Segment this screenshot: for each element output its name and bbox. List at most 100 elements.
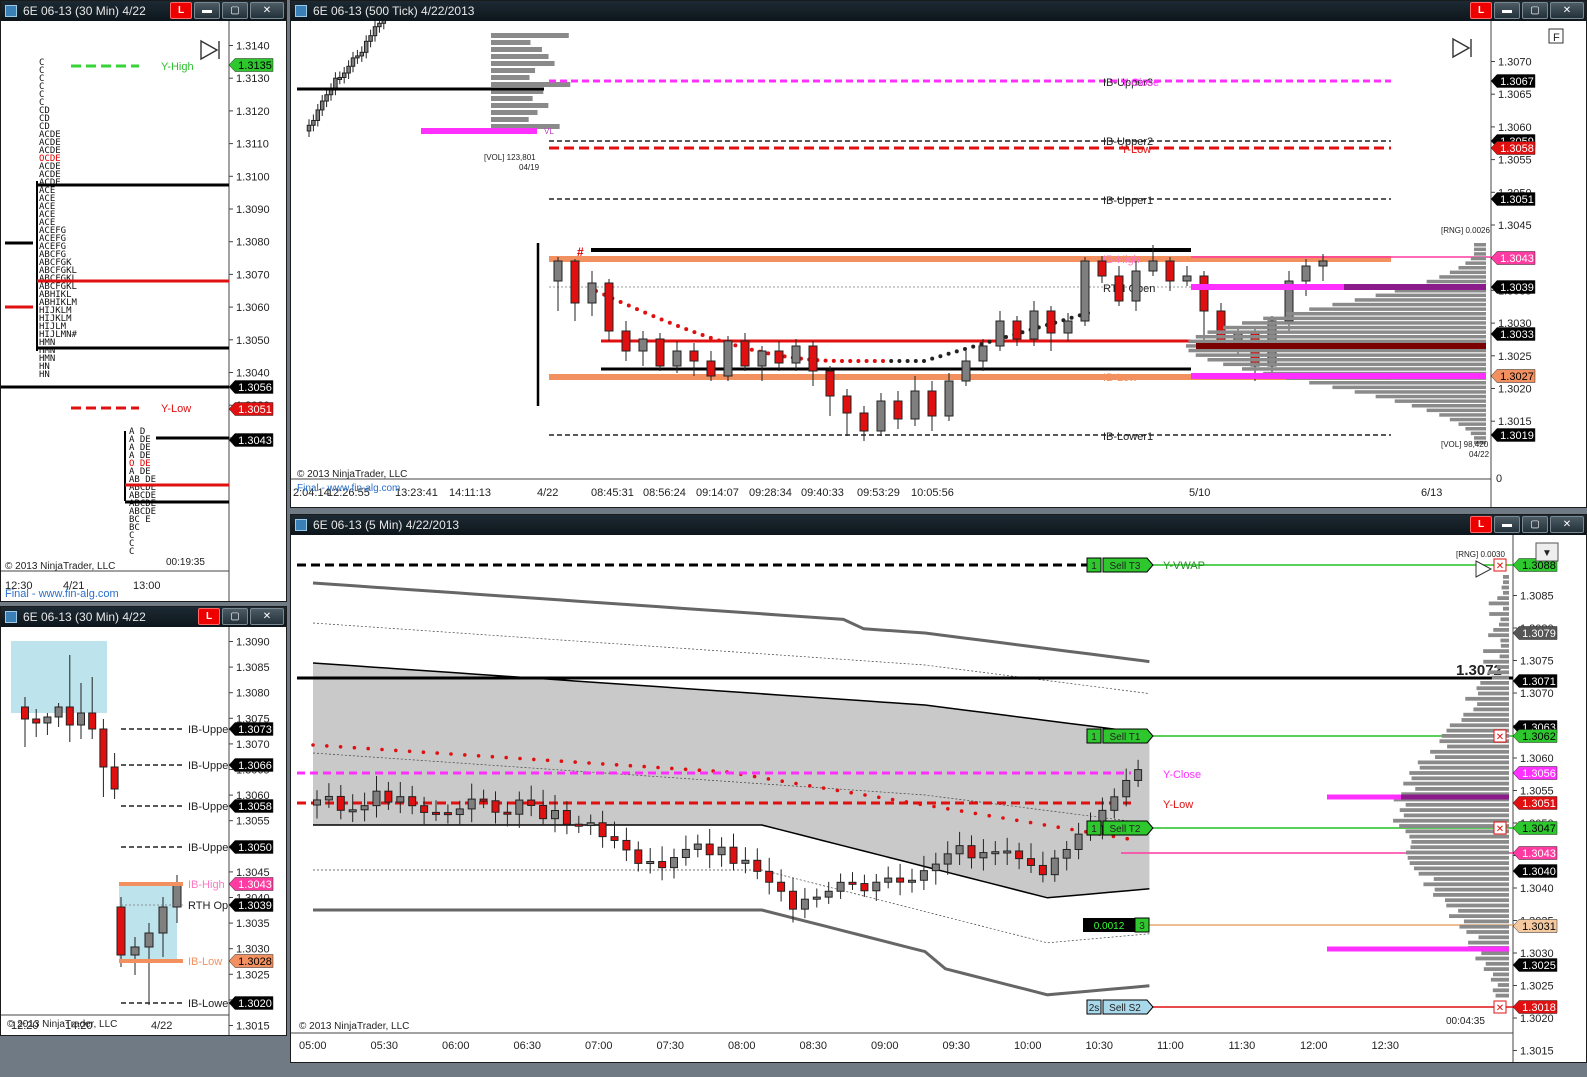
order-label[interactable]: Sell T3 [1110,561,1141,572]
candle [658,861,667,869]
title-bar[interactable]: 6E 06-13 (30 Min) 4/22 L ▬ ▢ ✕ [1,1,286,21]
chart-area[interactable]: 1.30701.30651.30601.30551.30501.30451.30… [291,21,1586,507]
order-label[interactable]: Sell T1 [1110,732,1141,743]
candle [944,380,954,417]
volume-profile-bar [1503,590,1509,595]
volume-profile-bar [1263,316,1486,321]
candle [562,810,571,825]
link-button[interactable]: L [1470,2,1492,19]
candle [908,879,916,883]
axis-price-label: 1.3055 [236,816,270,828]
window-5min-chart[interactable]: 6E 06-13 (5 Min) 4/22/2013 L ▬ ▢ ✕ 1.308… [290,514,1587,1063]
axis-price-label: 1.3140 [236,41,270,53]
price-marker-label: 1.3020 [238,998,272,1010]
volume-profile-bar [1474,247,1486,252]
title-bar[interactable]: 6E 06-13 (5 Min) 4/22/2013 L ▬ ▢ ✕ [291,515,1586,535]
axis-time-label: 4/22 [151,1020,172,1032]
candle [872,881,881,892]
minimize-icon[interactable]: ▬ [194,2,220,19]
candle [324,795,333,801]
volume-profile-bar [1461,718,1509,722]
maximize-icon[interactable]: ▢ [222,608,248,625]
footer-link[interactable]: Final - www.fin-alg.com [5,588,119,600]
volume-profile-bar [1415,787,1509,791]
cancel-icon[interactable]: ✕ [1496,732,1504,743]
close-icon[interactable]: ✕ [250,608,284,625]
candle [341,72,347,78]
volume-profile-bar [1406,850,1509,855]
candle [598,822,607,838]
vwap-dot [733,343,738,348]
vwap-dot [831,358,836,363]
candle [1012,320,1022,340]
five-minute-chart[interactable]: 1.30851.30801.30751.30701.30651.30601.30… [291,535,1587,1063]
link-button[interactable]: L [170,2,192,19]
chart-background [291,21,1586,507]
candle [979,852,988,859]
window-tpo-30min[interactable]: 6E 06-13 (30 Min) 4/22 L ▬ ▢ ✕ 1.3140 1.3… [0,0,287,602]
volume-profile-bar [1399,824,1509,828]
candle [681,848,690,859]
tick-chart[interactable]: 1.30701.30651.30601.30551.30501.30451.30… [291,21,1587,508]
close-icon[interactable]: ✕ [1550,516,1584,533]
title-bar[interactable]: 6E 06-13 (500 Tick) 4/22/2013 L ▬ ▢ ✕ [291,1,1586,21]
vwap-dot [697,768,702,772]
candle [943,853,952,865]
window-title: 6E 06-13 (30 Min) 4/22 [23,610,146,624]
chart-area[interactable]: 1.30901.30851.30801.30751.30701.30651.30… [1,627,286,1035]
volume-profile-bar [1439,275,1486,279]
chart-area[interactable]: 1.30851.30801.30751.30701.30651.30601.30… [291,535,1586,1062]
order-label[interactable]: Sell T2 [1110,824,1141,835]
vwap-dot [651,314,656,319]
candle [467,798,476,810]
candle [515,799,524,815]
price-marker-label: 1.3047 [1522,823,1556,835]
copyright-label: © 2013 NinjaTrader, LLC [299,1021,409,1032]
order-label[interactable]: Sell S2 [1109,1003,1141,1014]
candle [539,804,548,820]
minimize-icon[interactable]: ▬ [1494,2,1520,19]
candle [336,795,345,811]
volume-profile-bar [1409,771,1509,775]
maximize-icon[interactable]: ▢ [1522,2,1548,19]
maximize-icon[interactable]: ▢ [1522,516,1548,533]
candle-chart[interactable]: 1.30901.30851.30801.30751.30701.30651.30… [1,627,287,1036]
close-icon[interactable]: ✕ [1550,2,1584,19]
candle [311,119,316,126]
minimize-icon[interactable]: ▬ [1494,516,1520,533]
link-button[interactable]: L [1470,516,1492,533]
axis-price-label: 1.3120 [236,106,270,118]
axis-time-label: 05:30 [371,1040,399,1052]
axis-price-label: 1.3060 [1520,753,1554,765]
maximize-icon[interactable]: ▢ [222,2,248,19]
window-tick-chart[interactable]: 6E 06-13 (500 Tick) 4/22/2013 L ▬ ▢ ✕ 1.… [290,0,1587,508]
candle [360,805,369,811]
candle [1029,310,1039,340]
candle [824,890,833,898]
vwap-dot [559,759,564,763]
rth-open-label: RTH Open [1103,283,1155,295]
cancel-icon[interactable]: ✕ [1496,1003,1504,1014]
tpo-chart[interactable]: 1.3140 1.3130 1.3120 1.3110 1.3100 1.3090 1.30… [1,21,287,602]
dropdown-icon[interactable]: ▼ [1542,548,1552,559]
candle [384,790,393,803]
volume-bar [491,61,555,66]
vwap-dot [752,774,757,779]
candle [910,390,920,420]
candle [931,863,940,872]
cancel-icon[interactable]: ✕ [1496,561,1504,572]
title-bar[interactable]: 6E 06-13 (30 Min) 4/22 L ▢ ✕ [1,607,286,627]
volume-profile-bar [1477,702,1509,706]
volume-profile-bar [1241,367,1486,371]
chart-area[interactable]: 1.3140 1.3130 1.3120 1.3110 1.3100 1.3090 1.30… [1,21,286,601]
link-button[interactable]: L [198,608,220,625]
candle [355,55,360,59]
vwap-dot [808,784,812,788]
ib-lower-label: IB-Lowe [188,998,228,1010]
window-30min-candles[interactable]: 6E 06-13 (30 Min) 4/22 L ▢ ✕ 1.3090 1.308… [0,606,287,1036]
cancel-icon[interactable]: ✕ [1496,824,1504,835]
volume-profile-bar [1496,665,1509,669]
close-icon[interactable]: ✕ [250,2,284,19]
candle [432,811,440,815]
footer-link[interactable]: Final - www.fin-alg.com [297,483,400,494]
